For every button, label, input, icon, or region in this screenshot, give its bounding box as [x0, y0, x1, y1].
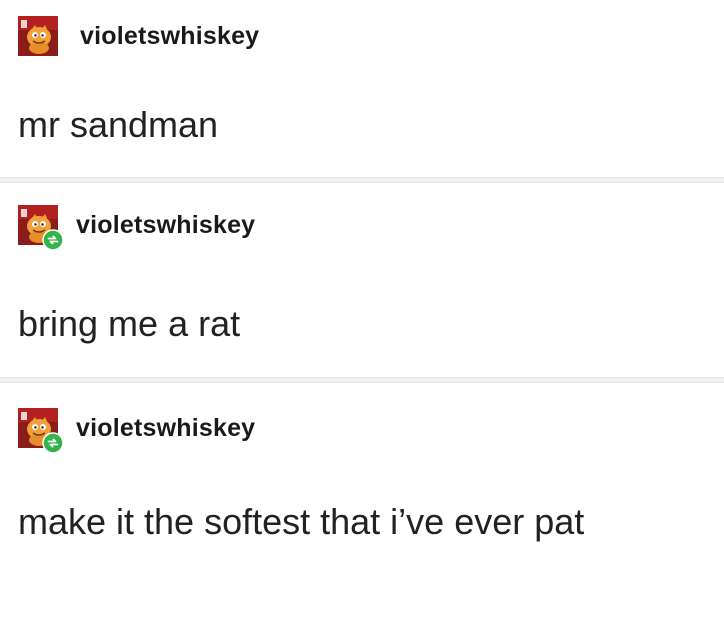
avatar[interactable]: [18, 205, 64, 251]
avatar[interactable]: [18, 408, 64, 454]
post-username[interactable]: violetswhiskey: [80, 23, 259, 49]
post-text: make it the softest that i’ve ever pat: [18, 501, 585, 542]
post-text: bring me a rat: [18, 303, 241, 344]
post-original: violetswhiskey mr sandman: [0, 0, 724, 176]
post-username[interactable]: violetswhiskey: [76, 212, 255, 238]
post-reblog-2: violetswhiskey make it the softest that …: [0, 383, 724, 639]
post-username[interactable]: violetswhiskey: [76, 415, 255, 441]
reblog-icon: [42, 229, 64, 251]
post-header: violetswhiskey: [18, 205, 255, 251]
reblog-thread: violetswhiskey mr sandman violetswhiskey…: [0, 0, 724, 639]
post-header: violetswhiskey: [18, 16, 259, 56]
reblog-icon: [42, 432, 64, 454]
post-text: mr sandman: [18, 104, 219, 145]
post-header: violetswhiskey: [18, 408, 255, 454]
post-reblog-1: violetswhiskey bring me a rat: [0, 183, 724, 376]
garfield-avatar-icon: [18, 16, 58, 56]
avatar[interactable]: [18, 16, 58, 56]
